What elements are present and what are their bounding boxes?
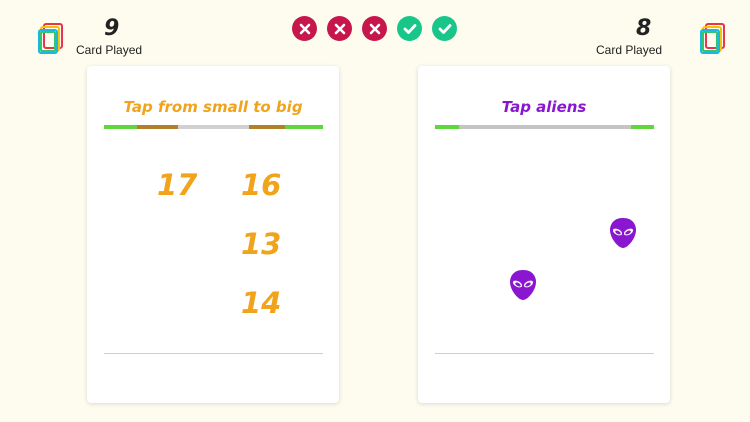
timer-bar [104, 125, 323, 129]
card-deck-icon [38, 23, 63, 54]
cards-played-label: Card Played [596, 43, 663, 57]
wrong-result-badge [362, 16, 387, 41]
cards-played-label: Card Played [76, 43, 143, 57]
left-puzzle-card: Tap from small to big 17 16 13 14 [87, 66, 339, 403]
card-instruction: Tap from small to big [123, 98, 303, 116]
round-results [292, 16, 457, 41]
check-icon [438, 23, 451, 34]
wrong-result-badge [327, 16, 352, 41]
check-icon [403, 23, 416, 34]
correct-result-badge [397, 16, 422, 41]
alien-icon[interactable] [509, 269, 537, 301]
card-instruction: Tap aliens [501, 98, 587, 116]
card-deck-icon [700, 23, 725, 54]
cross-icon [334, 23, 345, 34]
alien-icon[interactable] [609, 217, 637, 249]
divider [104, 353, 323, 354]
cross-icon [369, 23, 380, 34]
number-tile[interactable]: 17 [157, 168, 197, 202]
cross-icon [299, 23, 310, 34]
cards-played-count: 8 [636, 16, 652, 41]
wrong-result-badge [292, 16, 317, 41]
cards-played-count: 9 [104, 16, 120, 41]
timer-bar [435, 125, 654, 129]
number-tile[interactable]: 13 [241, 227, 281, 261]
right-puzzle-card: Tap aliens [418, 66, 670, 403]
number-tile[interactable]: 14 [241, 286, 281, 320]
number-tile[interactable]: 16 [241, 168, 281, 202]
divider [435, 353, 654, 354]
correct-result-badge [432, 16, 457, 41]
